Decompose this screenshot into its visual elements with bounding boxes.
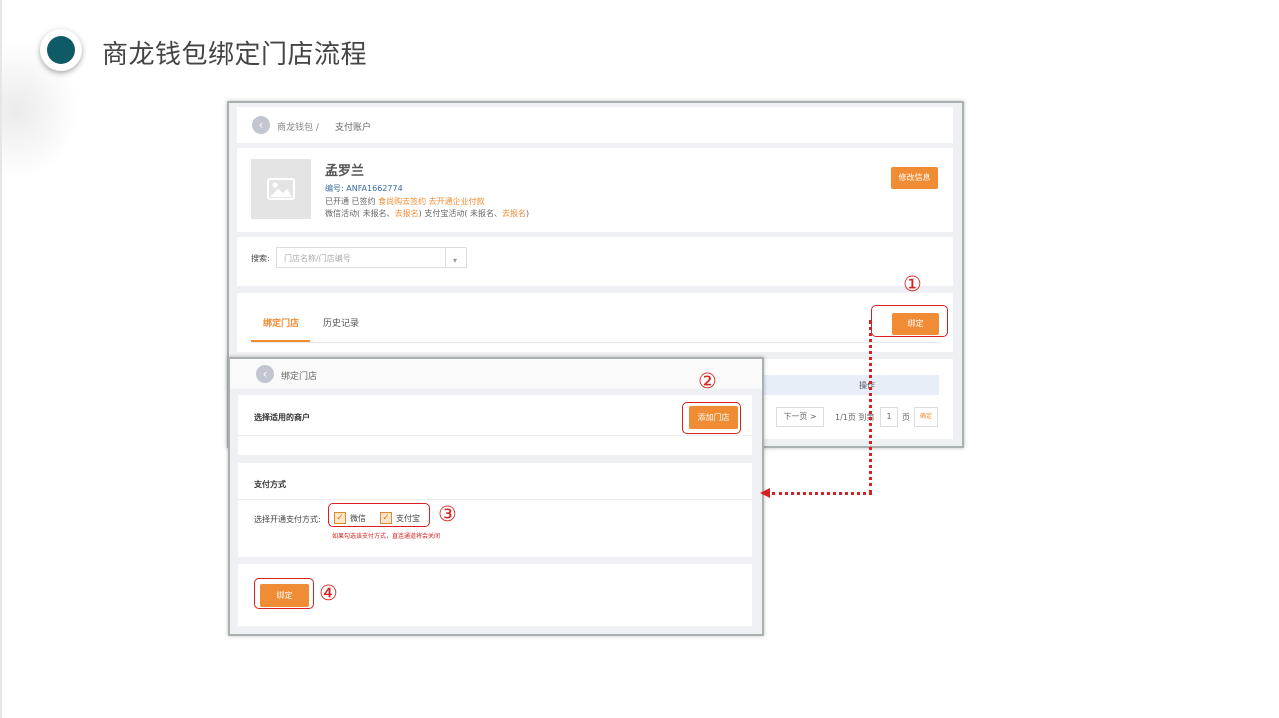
- search-placeholder: 门店名称/门店编号: [284, 254, 351, 263]
- search-label: 搜索:: [251, 254, 270, 263]
- wechat-activity-text: 微信活动( 未报名、: [325, 209, 395, 218]
- section-divider: [238, 499, 752, 500]
- search-card: 搜索: 门店名称/门店编号 ▾: [237, 237, 953, 286]
- chevron-down-icon: ▾: [452, 256, 457, 265]
- search-input[interactable]: 门店名称/门店编号: [276, 247, 446, 268]
- search-dropdown-button[interactable]: ▾: [444, 247, 467, 268]
- breadcrumb-current: 支付账户: [335, 123, 372, 133]
- merchant-select-card: 选择适用的商户 添加门店: [238, 395, 752, 455]
- slide-title: 商龙钱包绑定门店流程: [102, 40, 368, 70]
- merchant-info-card: 孟罗兰 编号: ANFA1662774 已开通 已签约 食尚购去签约 去开通企业…: [237, 148, 953, 232]
- next-page-button[interactable]: 下一页 >: [776, 407, 824, 427]
- flow-arrow-horizontal: [772, 492, 872, 495]
- highlight-add-store-button: [682, 402, 741, 434]
- payment-method-title: 支付方式: [254, 480, 286, 489]
- step-marker-1: ①: [903, 272, 922, 296]
- tab-history[interactable]: 历史记录: [323, 316, 359, 329]
- sign-link[interactable]: 食尚购去签约: [378, 197, 426, 206]
- page-unit: 页: [902, 413, 910, 422]
- flow-arrow-head: [760, 488, 770, 498]
- table-header: 操作: [757, 375, 939, 395]
- direct-channel-warning: 如果勾选该支付方式，直连通道将会关闭: [332, 533, 441, 540]
- page-confirm-button[interactable]: 确定: [914, 407, 938, 427]
- back-icon[interactable]: ‹: [252, 116, 270, 134]
- highlight-submit-button: [254, 578, 314, 609]
- merchant-activity: 微信活动( 未报名、去报名) 支付宝活动( 未报名、去报名): [325, 208, 529, 219]
- tab-bind-store[interactable]: 绑定门店: [263, 316, 299, 329]
- tabs-card: 绑定门店 历史记录 绑定: [237, 293, 953, 352]
- merchant-status: 已开通 已签约 食尚购去签约 去开通企业付款: [325, 196, 485, 207]
- enterprise-pay-link[interactable]: 去开通企业付款: [429, 197, 485, 206]
- flow-arrow-vertical: [869, 320, 872, 494]
- bind-breadcrumb-bar: ‹ 绑定门店: [230, 359, 762, 389]
- payment-select-label: 选择开通支付方式:: [254, 515, 321, 524]
- merchant-id: 编号: ANFA1662774: [325, 184, 403, 193]
- highlight-payment-methods: [328, 503, 430, 527]
- tabs-divider: [251, 342, 941, 343]
- step-marker-4: ④: [319, 581, 338, 605]
- title-bullet-dot: [47, 36, 75, 64]
- select-merchant-title: 选择适用的商户: [254, 413, 310, 422]
- alipay-signup-link[interactable]: 去报名: [502, 209, 526, 218]
- highlight-bind-button: [871, 305, 948, 337]
- merchant-name: 孟罗兰: [325, 164, 365, 179]
- step-marker-2: ②: [698, 369, 717, 393]
- activity-close: ): [526, 209, 530, 218]
- back-icon[interactable]: ‹: [256, 365, 274, 383]
- section-divider: [238, 435, 752, 436]
- image-icon: [267, 178, 295, 200]
- page-number-input[interactable]: 1: [880, 407, 898, 427]
- payment-method-card: 支付方式 选择开通支付方式: ✓ 微信 ✓ 支付宝 如果勾选该支付方式，直连通道…: [238, 463, 752, 557]
- wechat-signup-link[interactable]: 去报名: [395, 209, 419, 218]
- bind-breadcrumb: 绑定门店: [281, 372, 318, 382]
- merchant-logo-placeholder: [251, 159, 311, 219]
- table-op-header: 操作: [859, 381, 875, 390]
- step-marker-3: ③: [438, 502, 457, 526]
- alipay-activity-text: ) 支付宝活动( 未报名、: [418, 209, 502, 218]
- slide-left-border: [0, 0, 2, 718]
- breadcrumb-bar: ‹ 商龙钱包 / 支付账户: [237, 107, 953, 143]
- edit-info-button[interactable]: 修改信息: [891, 167, 938, 189]
- submit-card: 绑定: [238, 564, 752, 626]
- status-text: 已开通 已签约: [325, 197, 376, 206]
- breadcrumb-root[interactable]: 商龙钱包 /: [277, 120, 319, 133]
